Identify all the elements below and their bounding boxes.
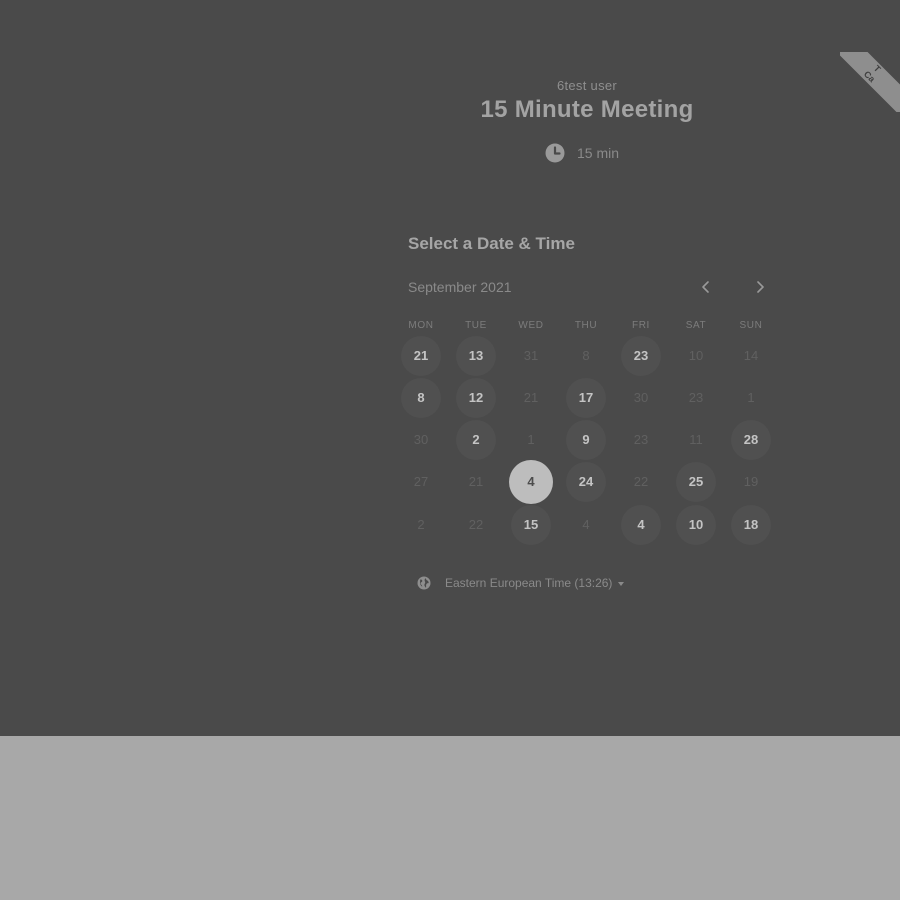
calendar-day-available[interactable]: 12: [456, 378, 496, 418]
weekday-label: THU: [574, 320, 598, 331]
calendar-day-unavailable: 23: [633, 432, 649, 447]
calendar-day-unavailable: 22: [633, 474, 649, 489]
calendar-day-unavailable: 21: [468, 474, 484, 489]
calendar-day-available[interactable]: 18: [731, 505, 771, 545]
calendar-day-available[interactable]: 4: [621, 505, 661, 545]
calendar-day-unavailable: 22: [468, 517, 484, 532]
calendar-day-unavailable: 14: [743, 348, 759, 363]
chevron-right-icon: [757, 281, 764, 293]
weekday-label: FRI: [632, 320, 650, 331]
calendar-day-unavailable: 11: [689, 432, 703, 447]
event-title: 15 Minute Meeting: [480, 96, 694, 123]
calendar-day-available[interactable]: 9: [566, 420, 606, 460]
calendar-day-available[interactable]: 10: [676, 505, 716, 545]
calendar-day-available[interactable]: 13: [456, 336, 496, 376]
calendar-day-available[interactable]: 24: [566, 462, 606, 502]
calendar-day-unavailable: 31: [523, 348, 539, 363]
calendar-day-unavailable: 27: [413, 474, 429, 489]
calendar-day-available[interactable]: 17: [566, 378, 606, 418]
calendar-day-available[interactable]: 28: [731, 420, 771, 460]
next-month-button[interactable]: [748, 276, 772, 298]
weekday-label: MON: [408, 320, 434, 331]
calendar-day-unavailable: 1: [747, 390, 755, 405]
weekday-label: WED: [518, 320, 544, 331]
calendar-day-unavailable: 4: [582, 517, 590, 532]
weekday-label: SUN: [739, 320, 763, 331]
calendar-day-available[interactable]: 21: [401, 336, 441, 376]
duration-label: 15 min: [577, 145, 620, 161]
chevron-left-icon: [702, 281, 709, 293]
event-owner-name: 6test user: [556, 78, 618, 93]
month-label: September 2021: [408, 279, 512, 295]
calendar-day-unavailable: 19: [743, 474, 759, 489]
calendar-day-unavailable: 8: [582, 348, 590, 363]
calendar-day-available[interactable]: 2: [456, 420, 496, 460]
calendar-day-unavailable: 23: [688, 390, 704, 405]
calendar-day-unavailable: 2: [417, 517, 425, 532]
calendar-day-selected[interactable]: 4: [509, 460, 553, 504]
event-duration: 15 min: [545, 143, 619, 163]
calendar-day-available[interactable]: 15: [511, 505, 551, 545]
globe-icon: [417, 576, 431, 590]
clock-icon: [545, 143, 565, 163]
calendar-day-unavailable: 10: [688, 348, 704, 363]
weekday-label: SAT: [685, 320, 707, 331]
timezone-label: Eastern European Time (13:26): [445, 576, 613, 590]
timezone-selector[interactable]: Eastern European Time (13:26): [417, 574, 625, 592]
weekday-label: TUE: [465, 320, 487, 331]
calendar-day-unavailable: 30: [633, 390, 649, 405]
calendar-day-unavailable: 21: [523, 390, 539, 405]
section-title: Select a Date & Time: [408, 234, 575, 253]
calendar-day-unavailable: 30: [413, 432, 429, 447]
booking-panel: T Ca 6test user 15 Minute Meeting 15 min…: [0, 0, 900, 736]
previous-month-button[interactable]: [694, 276, 718, 298]
calendar-day-available[interactable]: 25: [676, 462, 716, 502]
caret-down-icon: [618, 581, 625, 586]
calendar-day-unavailable: 1: [527, 432, 535, 447]
calendar-day-available[interactable]: 23: [621, 336, 661, 376]
calendar-day-available[interactable]: 8: [401, 378, 441, 418]
